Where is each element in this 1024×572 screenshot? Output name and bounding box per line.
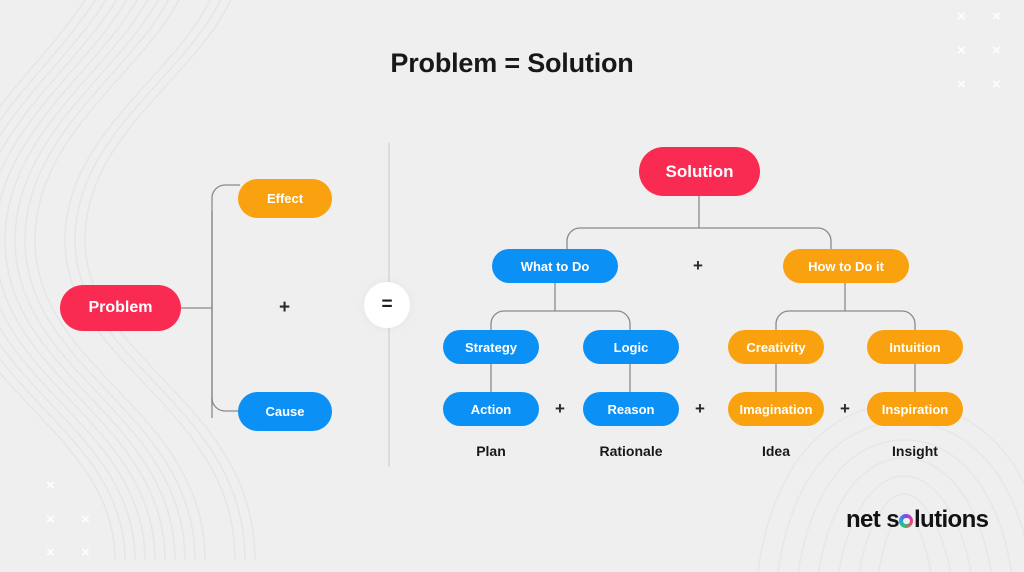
node-how-to-do-it-label: How to Do it: [808, 258, 884, 274]
caption-insight: Insight: [892, 443, 938, 459]
node-problem[interactable]: Problem: [60, 285, 181, 331]
node-cause[interactable]: Cause: [238, 392, 332, 431]
plus-operator-rationale-idea: +: [695, 399, 705, 418]
node-inspiration[interactable]: Inspiration: [867, 392, 963, 426]
node-how-to-do-it[interactable]: How to Do it: [783, 249, 909, 283]
node-imagination[interactable]: Imagination: [728, 392, 824, 426]
plus-operator-idea-insight: +: [840, 399, 850, 418]
node-logic[interactable]: Logic: [583, 330, 679, 364]
node-action-label: Action: [470, 401, 512, 417]
node-solution[interactable]: Solution: [639, 147, 760, 196]
logo-word-solutions-end: lutions: [913, 506, 989, 533]
node-reason-label: Reason: [607, 401, 655, 417]
infographic-canvas: × × × × × × × × × × × Problem = Solution…: [0, 0, 1024, 572]
caption-plan: Plan: [476, 443, 506, 459]
node-intuition[interactable]: Intuition: [867, 330, 963, 364]
node-creativity-label: Creativity: [746, 339, 806, 355]
brand-logo[interactable]: net s lutions: [846, 506, 989, 534]
logo-word-solutions-start: s: [886, 506, 899, 533]
caption-idea: Idea: [761, 443, 790, 459]
node-strategy[interactable]: Strategy: [443, 330, 539, 364]
node-intuition-label: Intuition: [889, 339, 941, 355]
caption-rationale: Rationale: [599, 443, 663, 459]
plus-operator-left: +: [279, 297, 291, 318]
node-imagination-label: Imagination: [739, 401, 813, 417]
logo-word-net: net: [846, 506, 881, 533]
node-inspiration-label: Inspiration: [881, 401, 949, 417]
node-effect[interactable]: Effect: [238, 179, 332, 218]
node-problem-label: Problem: [88, 299, 153, 316]
node-creativity[interactable]: Creativity: [728, 330, 824, 364]
logo-gradient-ring-icon: [899, 514, 914, 528]
node-effect-label: Effect: [266, 191, 304, 206]
node-logic-label: Logic: [613, 339, 649, 355]
plus-operator-plan-rationale: +: [555, 399, 565, 418]
node-what-to-do-label: What to Do: [520, 258, 590, 274]
node-solution-label: Solution: [665, 161, 734, 181]
plus-operator-root: +: [693, 256, 703, 275]
node-cause-label: Cause: [265, 404, 305, 419]
node-reason[interactable]: Reason: [583, 392, 679, 426]
node-action[interactable]: Action: [443, 392, 539, 426]
node-strategy-label: Strategy: [464, 339, 518, 355]
node-what-to-do[interactable]: What to Do: [492, 249, 618, 283]
